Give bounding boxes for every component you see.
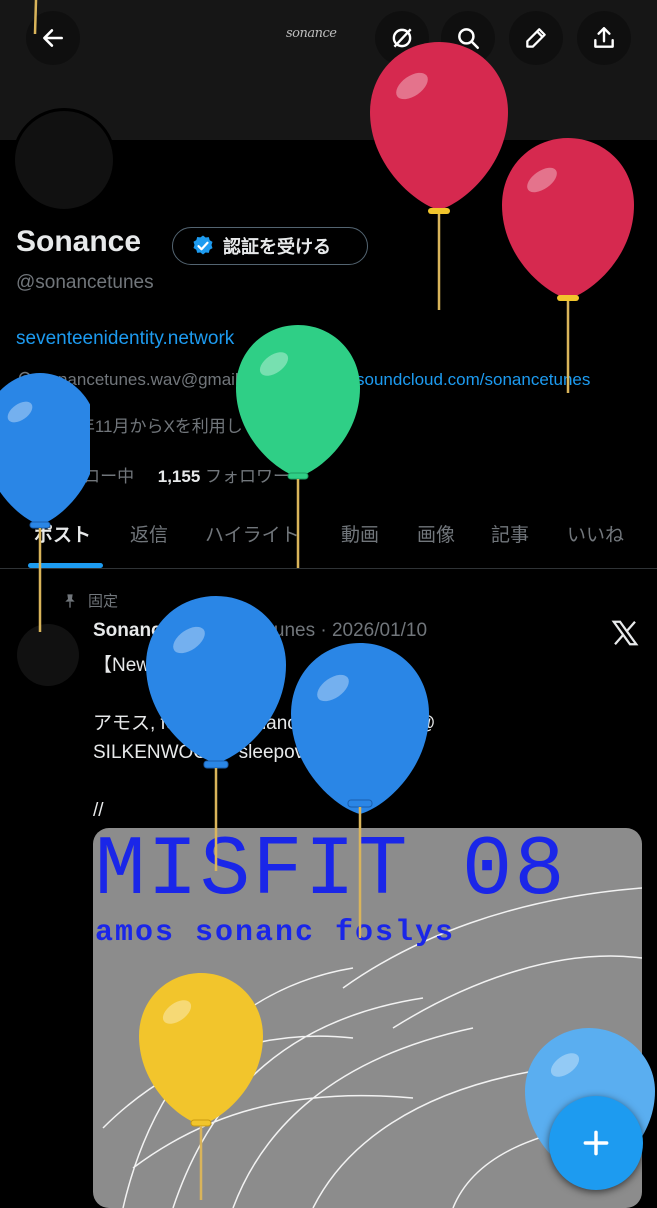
pinned-text: 固定 [88, 593, 119, 610]
verified-badge-icon [193, 235, 213, 255]
x-logo-icon [611, 620, 639, 646]
banner-logo: sonance [286, 26, 337, 41]
profile-name: Sonance [16, 225, 142, 258]
tab-likes[interactable]: いいね [567, 520, 624, 547]
get-verified-label: 認証を受ける [223, 237, 331, 257]
blue-balloon-icon [146, 596, 286, 871]
edit-button[interactable] [509, 11, 563, 65]
profile-handle: @sonancetunes [16, 272, 154, 293]
profile-avatar[interactable] [12, 108, 116, 212]
tab-images[interactable]: 画像 [417, 520, 455, 547]
green-balloon-icon [236, 325, 360, 568]
share-icon [594, 27, 614, 48]
balloon-string [33, 0, 38, 35]
profile-banner [0, 0, 657, 140]
red-balloon-icon [370, 42, 508, 310]
tab-replies[interactable]: 返信 [130, 520, 168, 547]
compose-fab-button[interactable] [549, 1096, 643, 1190]
tab-articles[interactable]: 記事 [491, 520, 529, 547]
blue-balloon-icon [291, 643, 429, 938]
followers-count: 1,155 [157, 467, 201, 486]
plus-icon [583, 1130, 609, 1156]
bio-link[interactable]: seventeenidentity.network [16, 328, 234, 350]
blue-balloon-icon [0, 373, 90, 632]
share-button[interactable] [577, 11, 631, 65]
edit-icon [526, 28, 546, 48]
yellow-balloon-icon [139, 973, 263, 1200]
get-verified-button[interactable]: 認証を受ける [172, 227, 368, 265]
red-balloon-icon [502, 138, 634, 393]
